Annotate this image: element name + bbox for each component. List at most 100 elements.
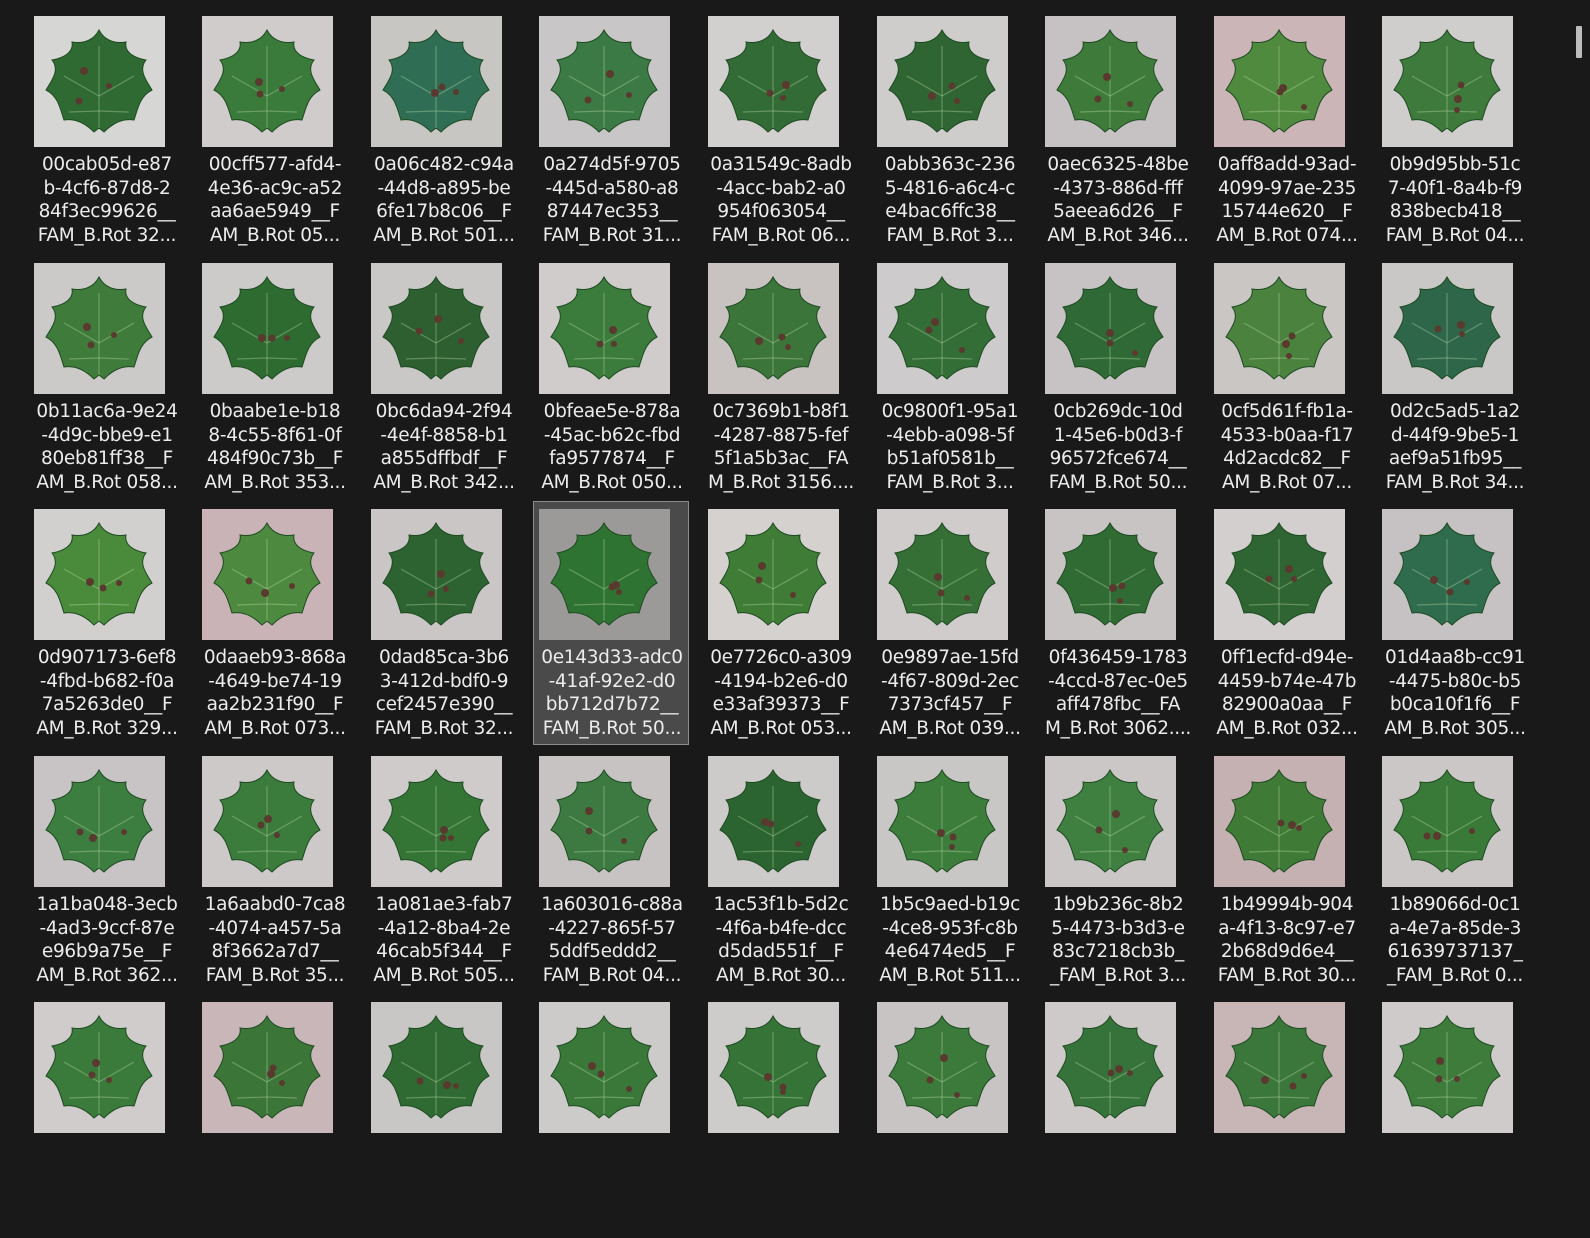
file-name-line: 0abb363c-236 [884, 154, 1016, 175]
file-name-line: aa2b231f90__F [206, 694, 344, 716]
file-item[interactable]: 1b9b236c-8b2 5-4473-b3d3-e 83c7218cb3b_ _FA… [1039, 748, 1195, 992]
leaf-thumbnail [1214, 16, 1345, 147]
leaf-thumbnail [539, 263, 670, 394]
file-item[interactable]: 1b49994b-904 a-4f13-8c97-e7 2b68d9d6e4__ FA… [1208, 748, 1364, 992]
file-item[interactable]: 1b89066d-0c1 a-4e7a-85de-3 61639737137_ _FA… [1376, 748, 1532, 992]
file-name-line: -4f6a-b4fe-dcc [715, 917, 847, 939]
file-name-line: 0e7726c0-a309 [710, 647, 852, 668]
file-name-line: 46cab5f344__F [376, 941, 512, 963]
file-name-line: AM_B.Rot 329... [36, 718, 178, 740]
file-name-line: 5aeea6d26__F [1053, 201, 1183, 223]
leaf-thumbnail [877, 16, 1008, 147]
file-name-line: 7a5263de0__F [41, 694, 173, 716]
scrollbar-thumb[interactable] [1576, 26, 1582, 58]
file-item[interactable]: 1a081ae3-fab7 -4a12-8ba4-2e 46cab5f344__F A… [365, 748, 521, 992]
file-item[interactable]: 0f436459-1783 -4ccd-87ec-0e5 aff478fbc__FA… [1039, 501, 1195, 745]
file-item[interactable]: 0b11ac6a-9e24 -4d9c-bbe9-e1 80eb81ff38__F A… [28, 255, 184, 499]
file-name-line: FAM_B.Rot 30... [1217, 965, 1357, 987]
file-item[interactable] [1039, 994, 1195, 1238]
file-item[interactable]: 0baabe1e-b18 8-4c55-8f61-0f 484f90c73b__F A… [196, 255, 352, 499]
file-item[interactable]: 0c9800f1-95a1 -4ebb-a098-5f b51af0581b__ FA… [871, 255, 1027, 499]
file-name-line: FAM_B.Rot 50... [1048, 472, 1188, 494]
leaf-thumbnail [371, 756, 502, 887]
file-item[interactable]: 0aff8add-93ad- 4099-97ae-235 15744e620__F A… [1208, 8, 1364, 252]
file-name-line: 0e9897ae-15fd [881, 647, 1019, 668]
file-name-line: e4bac6ffc38__ [885, 201, 1015, 223]
file-item[interactable]: 1a6aabd0-7ca8 -4074-a457-5a 8f3662a7d7__ FA… [196, 748, 352, 992]
file-name-line: -4373-886d-fff [1053, 177, 1183, 199]
leaf-thumbnail [1382, 756, 1513, 887]
file-item[interactable]: 0bc6da94-2f94 -4e4f-8858-b1 a855dffbdf__F A… [365, 255, 521, 499]
file-item[interactable]: 1a603016-c88a -4227-865f-57 5ddf5eddd2__ FA… [533, 748, 689, 992]
leaf-thumbnail [371, 1002, 502, 1133]
file-name-line: 61639737137_ [1387, 941, 1523, 963]
file-item[interactable]: 0d907173-6ef8 -4fbd-b682-f0a 7a5263de0__F A… [28, 501, 184, 745]
file-name: 0e7726c0-a309 -4194-b2e6-d0 e33af39373__F A… [703, 646, 859, 741]
file-name: 01d4aa8b-cc91 -4475-b80c-b5 b0ca10f1f6__F A… [1377, 646, 1533, 741]
file-name: 0e9897ae-15fd -4f67-809d-2ec 7373cf457__F A… [872, 646, 1028, 741]
file-name-line: AM_B.Rot 30... [716, 965, 846, 987]
file-name-line: -4ccd-87ec-0e5 [1048, 670, 1188, 692]
file-name: 0f436459-1783 -4ccd-87ec-0e5 aff478fbc__FA… [1040, 646, 1196, 741]
file-name: 0a31549c-8adb -4acc-bab2-a0 954f063054__ FA… [703, 153, 859, 248]
file-item[interactable]: 01d4aa8b-cc91 -4475-b80c-b5 b0ca10f1f6__F A… [1376, 501, 1532, 745]
file-item[interactable]: 0ff1ecfd-d94e- 4459-b74e-47b 82900a0aa__F A… [1208, 501, 1364, 745]
file-item[interactable]: 0cf5d61f-fb1a- 4533-b0aa-f17 4d2acdc82__F A… [1208, 255, 1364, 499]
file-name: 1b5c9aed-b19c -4ce8-953f-c8b 4e6474ed5__F A… [872, 893, 1028, 988]
file-name-line: 0d907173-6ef8 [37, 647, 177, 668]
vertical-scrollbar[interactable] [1568, 0, 1590, 1050]
file-name-line: d5dad551f__F [718, 941, 844, 963]
file-item[interactable]: 0a274d5f-9705 -445d-a580-a8 87447ec353__ FA… [533, 8, 689, 252]
file-item[interactable] [28, 994, 184, 1238]
file-name-line: 1b49994b-904 [1220, 894, 1354, 915]
file-name-line: 7373cf457__F [887, 694, 1013, 716]
file-name-line: 4099-97ae-235 [1217, 177, 1357, 199]
file-item[interactable]: 0a31549c-8adb -4acc-bab2-a0 954f063054__ FA… [702, 8, 858, 252]
file-item[interactable]: 0c7369b1-b8f1 -4287-8875-fef 5f1a5b3ac__FA… [702, 255, 858, 499]
file-item[interactable]: 0b9d95bb-51c 7-40f1-8a4b-f9 838becb418__ FA… [1376, 8, 1532, 252]
file-name: 1a6aabd0-7ca8 -4074-a457-5a 8f3662a7d7__ FA… [197, 893, 353, 988]
file-item[interactable]: 0daaeb93-868a -4649-be74-19 aa2b231f90__F A… [196, 501, 352, 745]
file-name: 0b11ac6a-9e24 -4d9c-bbe9-e1 80eb81ff38__F A… [29, 400, 185, 495]
file-item[interactable]: 0abb363c-236 5-4816-a6c4-c e4bac6ffc38__ FA… [871, 8, 1027, 252]
file-item[interactable] [871, 994, 1027, 1238]
file-item[interactable]: 00cab05d-e87 b-4cf6-87d8-2 84f3ec99626__ FA… [28, 8, 184, 252]
file-name-line: _FAM_B.Rot 0... [1386, 965, 1524, 987]
file-name-line: AM_B.Rot 511... [879, 965, 1021, 987]
file-name-line: AM_B.Rot 050... [541, 472, 683, 494]
file-item[interactable]: 00cff577-afd4- 4e36-ac9c-a52 aa6ae5949__F A… [196, 8, 352, 252]
file-item[interactable]: 0aec6325-48be -4373-886d-fff 5aeea6d26__F A… [1039, 8, 1195, 252]
file-item[interactable] [365, 994, 521, 1238]
file-name-line: aa6ae5949__F [210, 201, 340, 223]
file-item[interactable] [533, 994, 689, 1238]
file-name-line: FAM_B.Rot 3... [886, 225, 1014, 247]
file-name-line: 954f063054__ [717, 201, 845, 223]
file-item[interactable] [702, 994, 858, 1238]
file-name-line: 0b9d95bb-51c [1389, 154, 1521, 175]
file-item[interactable]: 0d2c5ad5-1a2 d-44f9-9be5-1 aef9a51fb95__ FA… [1376, 255, 1532, 499]
file-item[interactable]: 1ac53f1b-5d2c -4f6a-b4fe-dcc d5dad551f__F A… [702, 748, 858, 992]
file-item[interactable] [196, 994, 352, 1238]
file-item[interactable]: 0e143d33-adc0 -41af-92e2-d0 bb712d7b72__ FA… [533, 501, 689, 745]
file-name-line: 0b11ac6a-9e24 [36, 401, 178, 422]
file-name-line: 0a274d5f-9705 [543, 154, 681, 175]
file-name-line: 4459-b74e-47b [1217, 670, 1357, 692]
file-name-line: 0baabe1e-b18 [209, 401, 341, 422]
file-item[interactable]: 0dad85ca-3b6 3-412d-bdf0-9 cef2457e390__ FA… [365, 501, 521, 745]
file-item[interactable] [1208, 994, 1364, 1238]
file-name-line: -4ad3-9ccf-87e [39, 917, 175, 939]
file-name: 0c9800f1-95a1 -4ebb-a098-5f b51af0581b__ FA… [872, 400, 1028, 495]
file-name-line: 1a6aabd0-7ca8 [204, 894, 346, 915]
file-item[interactable]: 0a06c482-c94a -44d8-a895-be 6fe17b8c06__F A… [365, 8, 521, 252]
file-item[interactable]: 1a1ba048-3ecb -4ad3-9ccf-87e e96b9a75e__F A… [28, 748, 184, 992]
file-item[interactable]: 0cb269dc-10d 1-45e6-b0d3-f 96572fce674__ FA… [1039, 255, 1195, 499]
file-item[interactable]: 1b5c9aed-b19c -4ce8-953f-c8b 4e6474ed5__F A… [871, 748, 1027, 992]
file-item[interactable]: 0e9897ae-15fd -4f67-809d-2ec 7373cf457__F A… [871, 501, 1027, 745]
file-item[interactable]: 0e7726c0-a309 -4194-b2e6-d0 e33af39373__F A… [702, 501, 858, 745]
file-item[interactable]: 0bfeae5e-878a -45ac-b62c-fbd fa9577874__F A… [533, 255, 689, 499]
file-name-line: AM_B.Rot 053... [710, 718, 852, 740]
file-name: 0a06c482-c94a -44d8-a895-be 6fe17b8c06__F A… [366, 153, 522, 248]
file-item[interactable] [1376, 994, 1532, 1238]
file-name-line: AM_B.Rot 074... [1216, 225, 1358, 247]
file-name: 0daaeb93-868a -4649-be74-19 aa2b231f90__F A… [197, 646, 353, 741]
